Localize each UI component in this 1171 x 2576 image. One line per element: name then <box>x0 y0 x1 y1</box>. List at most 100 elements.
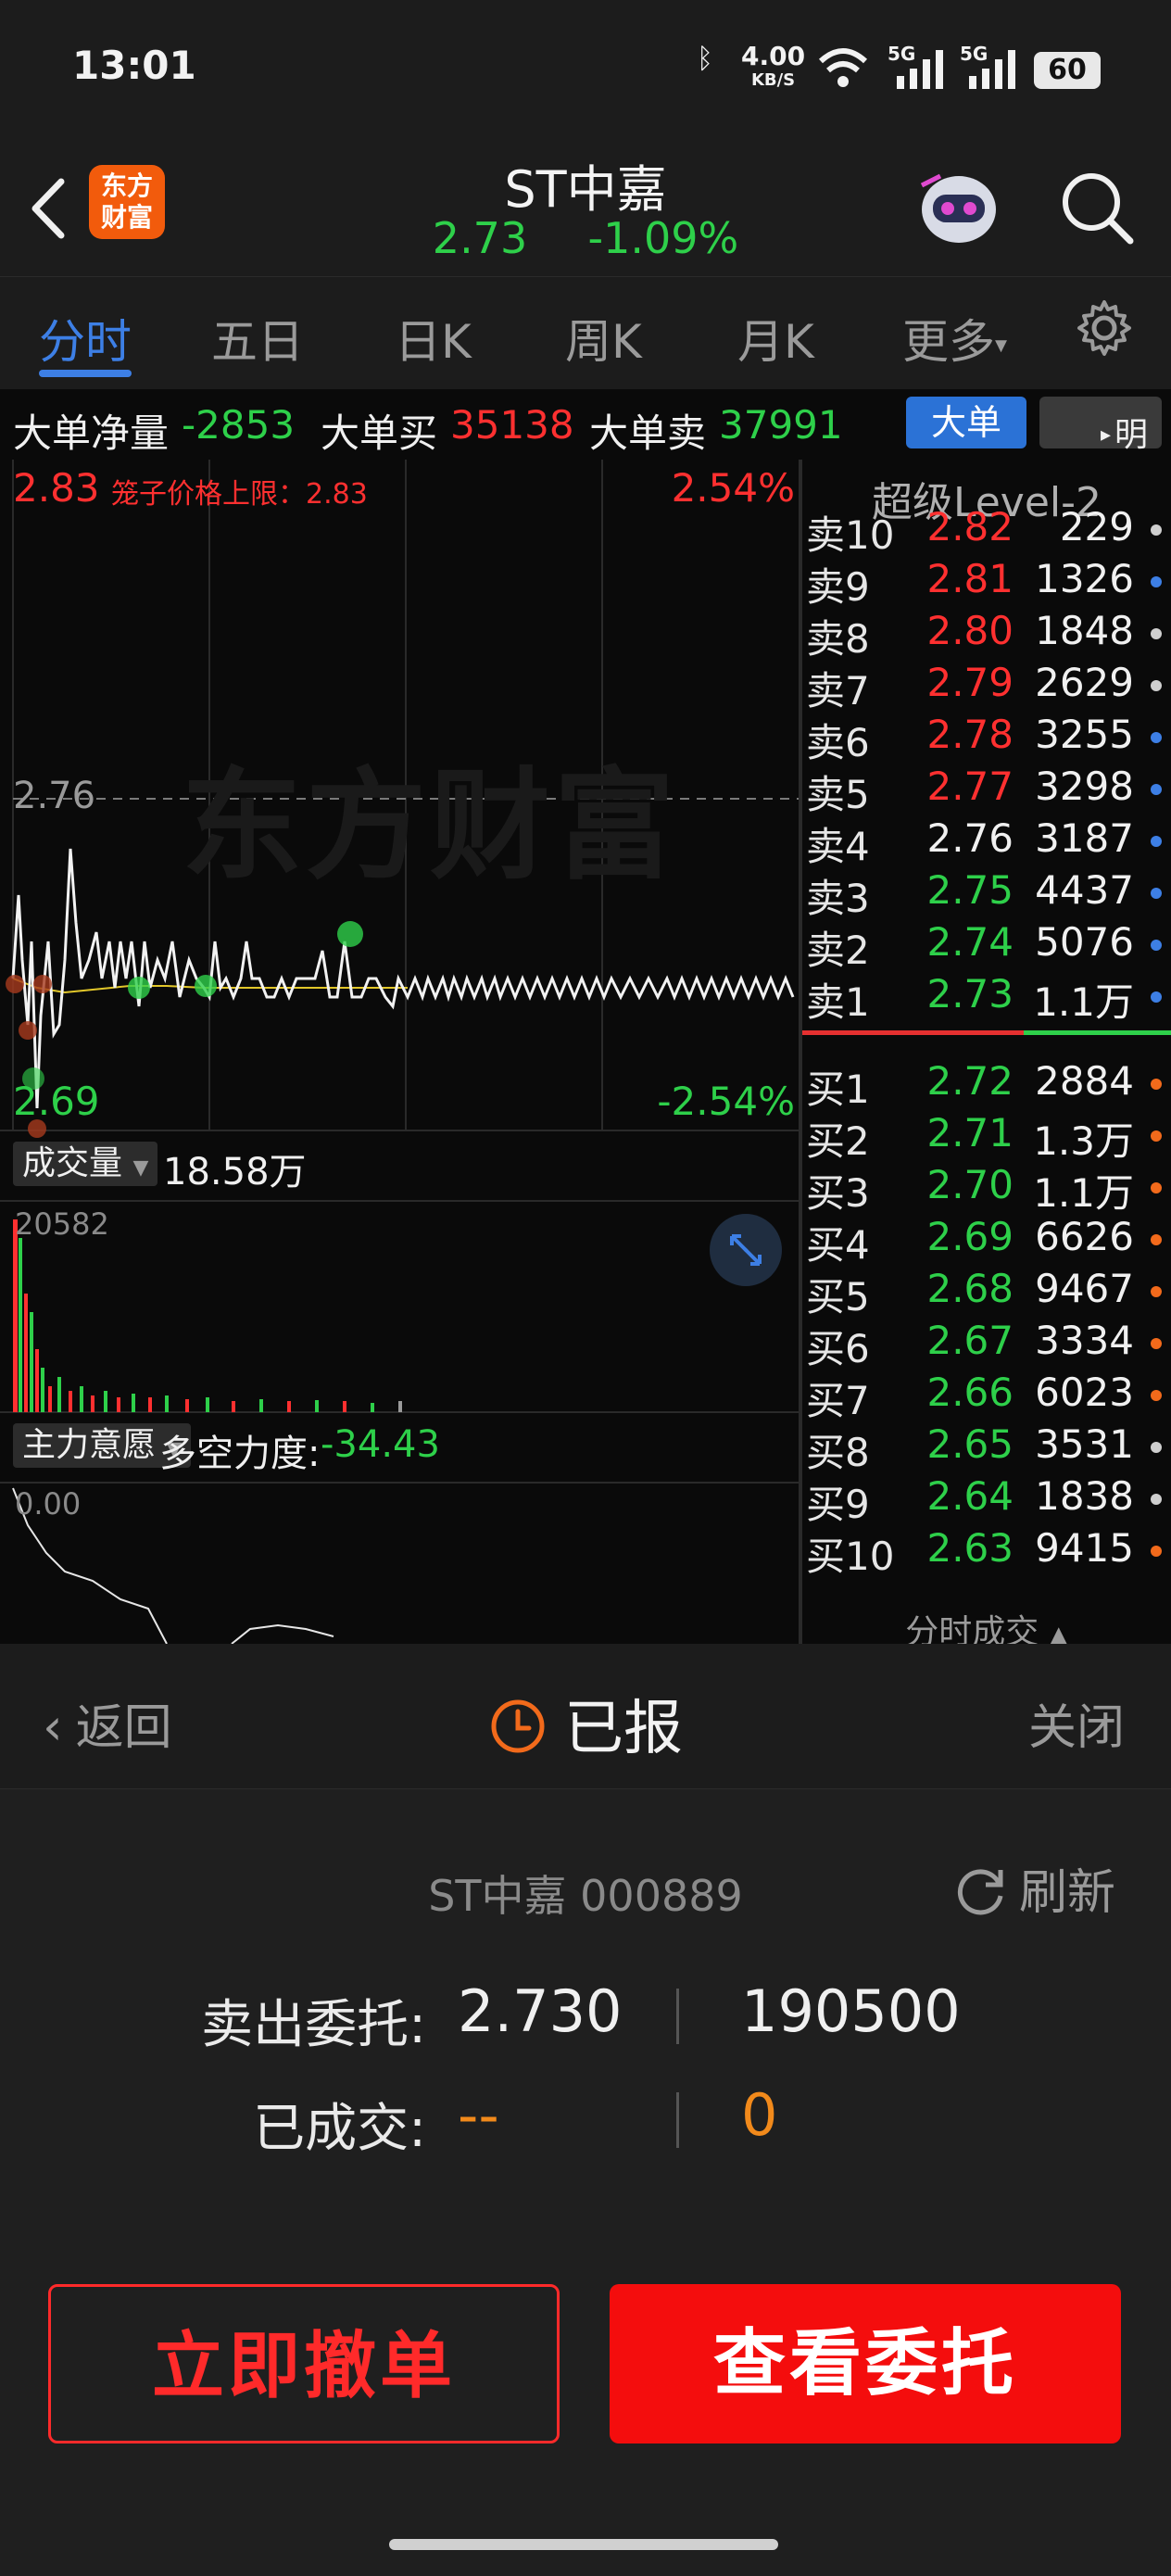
bid-volume: 6626 <box>1035 1214 1134 1259</box>
bid-level-label: 买1 <box>806 1067 870 1112</box>
ask-row[interactable]: 卖4 2.76 3187 <box>802 815 1171 869</box>
tab-five-day[interactable]: 五日 <box>211 305 304 372</box>
ask-volume: 4437 <box>1035 867 1134 913</box>
bid-row[interactable]: 买5 2.68 9467 <box>802 1266 1171 1320</box>
refresh-label: 刷新 <box>1019 1865 1116 1921</box>
big-order-bar: 大单净量 -2853 大单买 35138 大单卖 37991 大单 明细▸ <box>0 389 1171 506</box>
order-type-dot <box>1151 1338 1162 1349</box>
signal-icon-1 <box>897 50 943 89</box>
order-type-dot <box>1151 940 1162 951</box>
big-buy-label: 大单买 <box>321 410 438 456</box>
ask-row[interactable]: 卖1 2.73 1.1万 <box>802 971 1171 1025</box>
ask-row[interactable]: 卖8 2.80 1848 <box>802 608 1171 662</box>
bid-row[interactable]: 买3 2.70 1.1万 <box>802 1162 1171 1216</box>
current-price: 2.73 <box>432 213 528 263</box>
order-type-dot <box>1151 836 1162 847</box>
net-volume-value: -2853 <box>182 402 296 448</box>
bid-price: 2.68 <box>926 1266 1014 1311</box>
bid-row[interactable]: 买8 2.65 3531 <box>802 1421 1171 1475</box>
tab-daily-k[interactable]: 日K <box>395 305 472 372</box>
ask-level-label: 卖9 <box>806 564 870 610</box>
signal-icon-2 <box>969 50 1015 89</box>
separator <box>676 1989 679 2044</box>
ask-volume: 1.1万 <box>1033 979 1134 1025</box>
bid-price: 2.66 <box>926 1370 1014 1415</box>
bid-price: 2.72 <box>926 1058 1014 1104</box>
previous-close-price: 2.76 <box>13 775 96 817</box>
home-indicator[interactable] <box>389 2539 778 2550</box>
tab-intraday[interactable]: 分时 <box>39 305 132 372</box>
volume-selector[interactable]: 成交量 ▼ <box>13 1142 158 1186</box>
ask-row[interactable]: 卖7 2.79 2629 <box>802 660 1171 713</box>
tab-weekly-k[interactable]: 周K <box>565 305 642 372</box>
ask-price: 2.79 <box>926 660 1014 705</box>
ask-level-label: 卖2 <box>806 928 870 973</box>
tab-monthly-k[interactable]: 月K <box>737 305 814 372</box>
big-order-button[interactable]: 大单 <box>906 397 1026 448</box>
robot-assistant-icon[interactable] <box>913 158 1005 250</box>
active-tab-indicator <box>39 370 132 377</box>
intraday-chart-area[interactable]: 2.83 笼子价格上限：2.83 2.54% 2.76 东方财富 2.69 -2… <box>0 460 799 1644</box>
refresh-button[interactable]: 刷新 <box>954 1853 1115 1923</box>
volume-bars <box>13 1219 402 1412</box>
cancel-order-button[interactable]: 立即撤单 <box>48 2284 560 2443</box>
gear-icon[interactable] <box>1075 298 1134 358</box>
tab-more[interactable]: 更多▾ <box>902 305 1007 372</box>
bid-volume: 1.3万 <box>1033 1118 1134 1164</box>
bid-ask-ratio-bar <box>802 1030 1171 1035</box>
volume-total: 18.58万 <box>163 1151 307 1193</box>
volume-label: 成交量 <box>22 1144 123 1182</box>
bid-level-label: 买3 <box>806 1170 870 1216</box>
clock-icon <box>491 1699 545 1753</box>
bid-price: 2.65 <box>926 1421 1014 1467</box>
bid-row[interactable]: 买4 2.69 6626 <box>802 1214 1171 1268</box>
bid-row[interactable]: 买1 2.72 2884 <box>802 1058 1171 1112</box>
ask-volume: 229 <box>1059 504 1134 549</box>
order-book[interactable]: 超级Level-2 卖10 2.82 229 卖9 2.81 1326 卖8 2.80 1848… <box>802 460 1171 1651</box>
bid-level-label: 买4 <box>806 1222 870 1268</box>
bid-row[interactable]: 买10 2.63 9415 <box>802 1525 1171 1579</box>
bid-volume: 9467 <box>1035 1266 1134 1311</box>
ask-row[interactable]: 卖2 2.74 5076 <box>802 919 1171 973</box>
expand-chart-button[interactable] <box>710 1214 782 1286</box>
order-type-dot <box>1151 1286 1162 1297</box>
detail-button[interactable]: 明细▸ <box>1039 397 1162 506</box>
ask-row[interactable]: 卖10 2.82 229 <box>802 504 1171 558</box>
indicator-line-2 <box>231 1623 334 1644</box>
bid-price: 2.64 <box>926 1473 1014 1519</box>
ask-row[interactable]: 卖3 2.75 4437 <box>802 867 1171 921</box>
close-button[interactable]: 关闭 <box>1028 1688 1125 1758</box>
bid-level-label: 买7 <box>806 1378 870 1423</box>
bid-price: 2.70 <box>926 1162 1014 1207</box>
filled-label: 已成交: <box>253 2099 426 2159</box>
ask-level-label: 卖1 <box>806 979 870 1025</box>
bid-price: 2.63 <box>926 1525 1014 1571</box>
search-icon[interactable] <box>1056 167 1140 250</box>
net-speed-unit: KB/S <box>750 70 796 90</box>
sell-order-price: 2.730 <box>458 1977 623 2045</box>
order-type-dot <box>1151 888 1162 899</box>
chart-period-tabs: 分时 五日 日K 周K 月K 更多▾ <box>0 276 1171 390</box>
bid-row[interactable]: 买6 2.67 3334 <box>802 1318 1171 1371</box>
ask-volume: 5076 <box>1035 919 1134 965</box>
sell-order-label: 卖出委托: <box>201 1995 426 2055</box>
bid-row[interactable]: 买7 2.66 6023 <box>802 1370 1171 1423</box>
lower-limit-percent: -2.54% <box>657 1079 795 1124</box>
change-percent: -1.09% <box>587 213 739 263</box>
bid-row[interactable]: 买9 2.64 1838 <box>802 1473 1171 1527</box>
ask-row[interactable]: 卖5 2.77 3298 <box>802 764 1171 817</box>
status-text: 已报 <box>564 1695 683 1763</box>
wifi-icon <box>818 48 868 87</box>
order-type-dot <box>1151 1234 1162 1245</box>
bid-price: 2.67 <box>926 1318 1014 1363</box>
bid-level-label: 买9 <box>806 1482 870 1527</box>
ask-level-label: 卖10 <box>806 512 895 558</box>
expand-icon <box>730 1234 762 1266</box>
order-type-dot <box>1151 1546 1162 1557</box>
bluetooth-icon: ᛒ <box>697 43 713 75</box>
bid-row[interactable]: 买2 2.71 1.3万 <box>802 1110 1171 1164</box>
ask-row[interactable]: 卖9 2.81 1326 <box>802 556 1171 610</box>
order-status-title: 已报 <box>0 1681 1171 1766</box>
ask-row[interactable]: 卖6 2.78 3255 <box>802 712 1171 765</box>
view-orders-button[interactable]: 查看委托 <box>610 2284 1121 2443</box>
